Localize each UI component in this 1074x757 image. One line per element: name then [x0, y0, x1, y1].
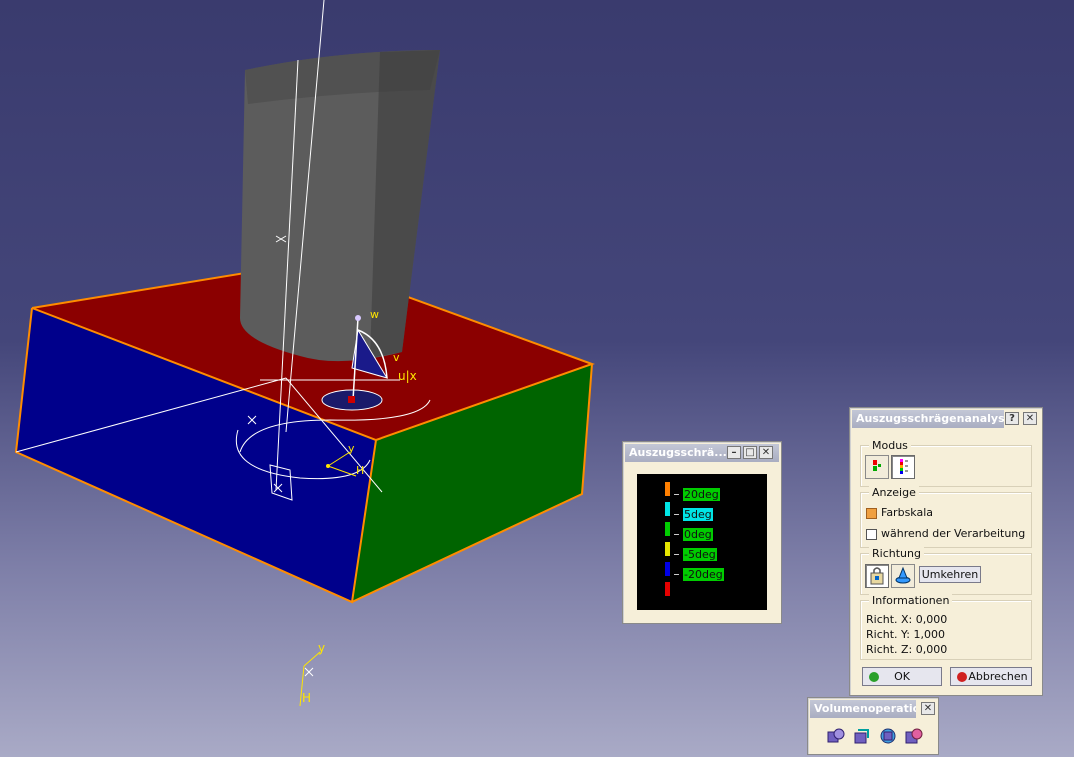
global-y-label: y — [318, 641, 325, 655]
draft-analysis-dialog[interactable]: Auszugsschrägenanalyse ? ✕ Modus Anzeige… — [849, 407, 1043, 696]
ok-icon — [869, 672, 879, 682]
help-button[interactable]: ? — [1005, 412, 1019, 425]
scale-window-title: Auszugsschrä... — [629, 446, 727, 459]
legend-swatch — [665, 562, 670, 576]
legend-label: 20deg — [683, 488, 720, 501]
legend-tick — [674, 494, 679, 495]
maximize-button[interactable]: □ — [743, 446, 757, 459]
toolbar-titlebar[interactable]: Volumenoperatio... — [810, 700, 916, 718]
richt-x-value: Richt. X: 0,000 — [866, 613, 948, 626]
toolbar-close-button[interactable]: ✕ — [921, 702, 935, 715]
legend-label: -20deg — [683, 568, 724, 581]
color-scale-panel: 20deg 5deg 0deg -5deg -20deg — [637, 474, 767, 610]
legend-label: 0deg — [683, 528, 713, 541]
richtung-group: Richtung Umkehren — [860, 547, 1032, 595]
global-h-label: H — [302, 691, 311, 705]
legend-swatch — [665, 542, 670, 556]
direction-lock-icon — [870, 567, 884, 585]
ok-label: OK — [894, 670, 910, 683]
compass-v-label: v — [393, 351, 400, 364]
close-button[interactable]: ✕ — [759, 446, 773, 459]
legend-label: -5deg — [683, 548, 717, 561]
toolbar-title: Volumenoperatio... — [814, 702, 916, 715]
quick-mode-icon — [873, 460, 881, 471]
volumenoperationen-toolbar[interactable]: Volumenoperatio... ✕ — [807, 697, 939, 755]
informationen-title: Informationen — [869, 594, 953, 607]
richtung-title: Richtung — [869, 547, 924, 560]
farbskala-label: Farbskala — [881, 506, 934, 519]
triad-h-label: H — [356, 464, 364, 477]
compass-direction-button[interactable] — [891, 564, 915, 588]
legend-tick — [674, 514, 679, 515]
dialog-close-button[interactable]: ✕ — [1023, 412, 1037, 425]
quick-mode-button[interactable] — [865, 455, 889, 479]
modus-group: Modus — [860, 439, 1032, 487]
dialog-titlebar[interactable]: Auszugsschrägenanalyse — [852, 410, 1004, 428]
volume-op-4-icon[interactable] — [904, 726, 924, 746]
anzeige-group: Anzeige Farbskala während der Verarbeitu… — [860, 486, 1032, 548]
cancel-icon — [957, 672, 967, 682]
dialog-title: Auszugsschrägenanalyse — [856, 412, 1004, 425]
volume-op-1-icon[interactable] — [826, 726, 846, 746]
compass-ux-label: u|x — [398, 369, 417, 383]
modus-title: Modus — [869, 439, 911, 452]
legend-tick — [674, 554, 679, 555]
toolbar-icons — [822, 724, 936, 750]
volume-op-2-icon[interactable] — [852, 726, 872, 746]
compass-icon — [895, 566, 911, 584]
legend-tick — [674, 534, 679, 535]
farbskala-checkbox[interactable] — [866, 508, 877, 519]
minimize-button[interactable]: – — [727, 446, 741, 459]
abbrechen-button[interactable]: Abbrechen — [950, 667, 1032, 686]
informationen-group: Informationen Richt. X: 0,000 Richt. Y: … — [860, 594, 1032, 660]
waehrend-label: während der Verarbeitung — [881, 527, 1026, 540]
umkehren-button[interactable]: Umkehren — [919, 566, 981, 583]
waehrend-checkbox[interactable] — [866, 529, 877, 540]
anzeige-title: Anzeige — [869, 486, 919, 499]
color-scale-icon — [900, 459, 908, 474]
legend-swatch-last — [665, 582, 670, 596]
richt-z-value: Richt. Z: 0,000 — [866, 643, 948, 656]
richt-y-value: Richt. Y: 1,000 — [866, 628, 945, 641]
ok-button[interactable]: OK — [862, 667, 942, 686]
legend-swatch — [665, 522, 670, 536]
legend-label: 5deg — [683, 508, 713, 521]
legend-swatch — [665, 482, 670, 496]
color-scale-window[interactable]: Auszugsschrä... – □ ✕ 20deg 5deg 0deg -5deg… — [622, 441, 782, 624]
full-mode-button[interactable] — [891, 455, 915, 479]
triad-y-label: y — [348, 442, 355, 455]
direction-lock-button[interactable] — [865, 564, 889, 588]
legend-tick — [674, 574, 679, 575]
volume-op-3-icon[interactable] — [878, 726, 898, 746]
abbrechen-label: Abbrechen — [968, 670, 1028, 683]
legend-swatch — [665, 502, 670, 516]
compass-w-label: w — [370, 308, 379, 321]
